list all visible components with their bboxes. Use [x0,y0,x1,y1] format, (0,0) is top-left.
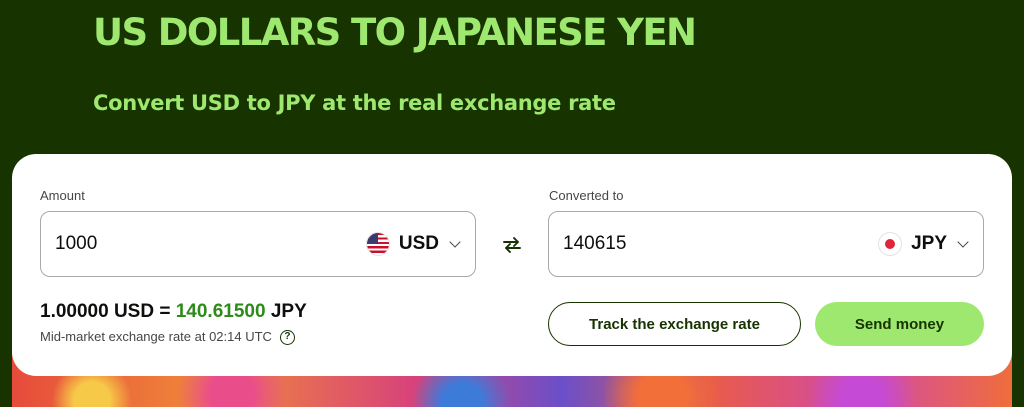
target-currency-code: JPY [911,233,947,254]
source-currency-code: USD [398,233,439,254]
rate-note-text: Mid-market exchange rate at 02:14 UTC [40,329,272,344]
rate-value: 140.61500 [175,301,266,322]
swap-currencies-button[interactable] [496,229,528,261]
amount-input[interactable]: 1000 [55,212,97,276]
send-money-button[interactable]: Send money [815,302,984,346]
track-rate-button[interactable]: Track the exchange rate [548,302,801,346]
page-subtitle: Convert USD to JPY at the real exchange … [93,91,616,115]
help-icon[interactable]: ? [279,329,295,345]
converted-field[interactable]: 140615 JPY [548,211,984,277]
source-currency-select[interactable]: USD [366,212,461,276]
page-title: US DOLLARS TO JAPANESE YEN [93,11,697,54]
converted-label: Converted to [549,188,624,203]
amount-field[interactable]: 1000 USD [40,211,476,277]
exchange-rate: 1.00000 USD = 140.61500 JPY [40,300,307,324]
target-currency-select[interactable]: JPY [879,212,969,276]
rate-note: Mid-market exchange rate at 02:14 UTC ? [40,329,295,345]
swap-arrows-icon [503,237,521,253]
chevron-down-icon [957,235,969,248]
us-flag-icon [366,233,389,255]
amount-label: Amount [40,188,85,203]
rate-quote: JPY [270,301,307,322]
converted-input[interactable]: 140615 [563,212,626,276]
chevron-down-icon [449,235,461,248]
converter-card: Amount 1000 USD Converted to 140615 JPY … [12,154,1012,376]
japan-flag-icon [879,233,902,255]
rate-base: 1.00000 USD = [40,301,171,322]
